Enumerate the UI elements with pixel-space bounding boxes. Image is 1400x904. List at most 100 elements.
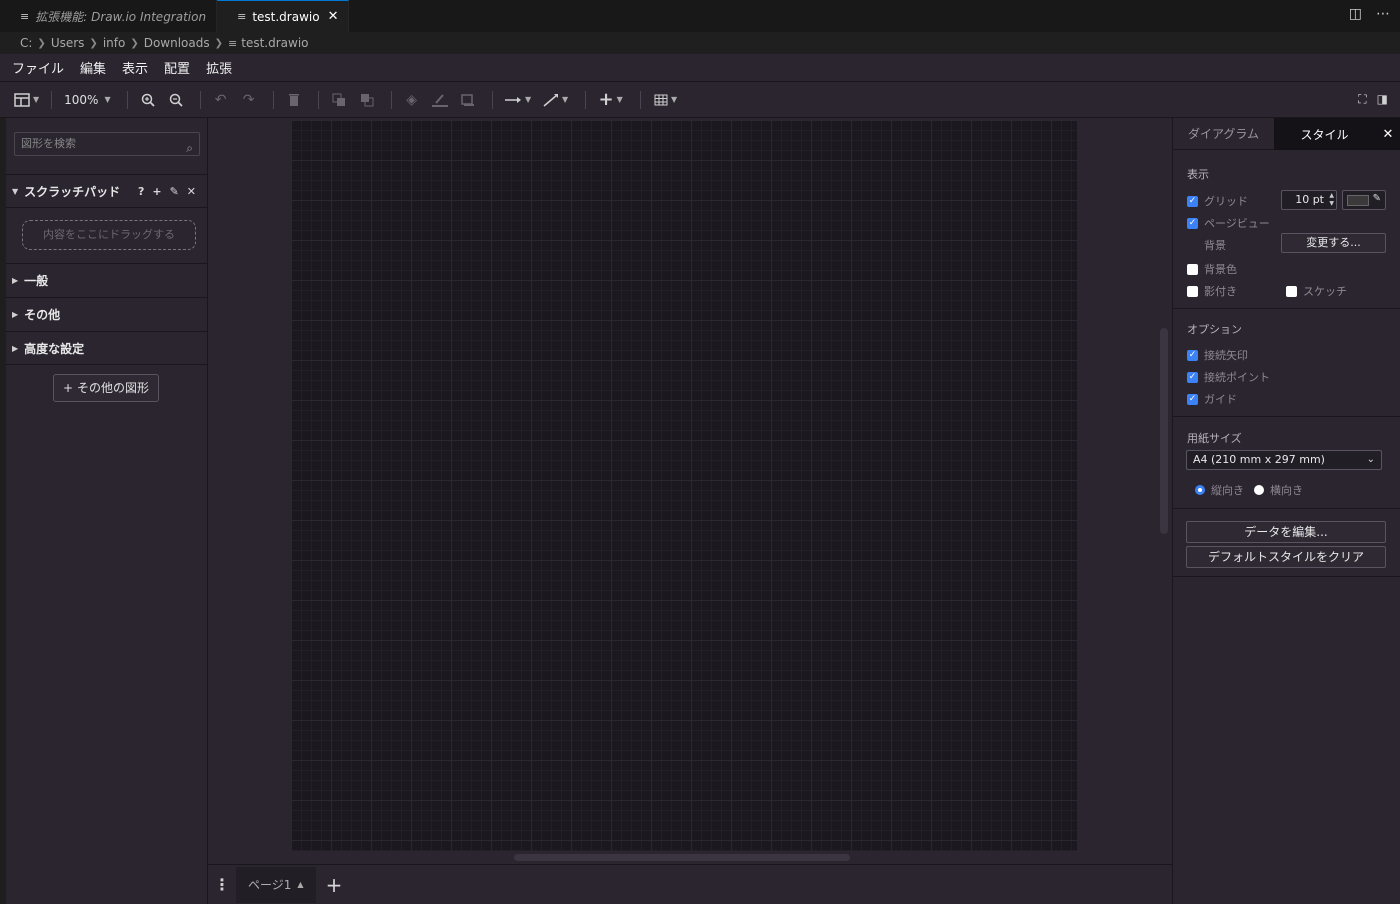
triangle-down-icon: ▼	[12, 186, 19, 196]
checkbox-checked-icon[interactable]: ✓	[1187, 393, 1198, 405]
table-icon[interactable]: ▼	[649, 88, 683, 112]
toolbar-divider	[51, 90, 53, 109]
radio-unselected-icon[interactable]	[1254, 485, 1264, 495]
checkbox-checked-icon[interactable]: ✓	[1187, 349, 1198, 361]
format-panel: ダイアグラム スタイル ✕ 表示 ✓ グリッド 10 pt ▲ ▼ ✎ ✓ ページ…	[1172, 118, 1400, 904]
add-page-icon[interactable]: +	[326, 873, 343, 897]
section-misc[interactable]: ▶ その他	[6, 297, 208, 331]
page-view-checkbox[interactable]: ✓ ページビュー	[1187, 215, 1270, 231]
section-general[interactable]: ▶ 一般	[6, 263, 208, 297]
grid-size-input[interactable]: 10 pt ▲ ▼	[1281, 190, 1337, 210]
diagram-page[interactable]	[291, 120, 1077, 851]
clear-default-style-button[interactable]: デフォルトスタイルをクリア	[1186, 546, 1386, 568]
sketch-checkbox[interactable]: スケッチ	[1286, 283, 1347, 299]
grid-checkbox[interactable]: ✓ グリッド	[1187, 193, 1248, 209]
menu-view[interactable]: 表示	[122, 58, 148, 77]
delete-icon[interactable]	[282, 88, 306, 112]
chevron-down-icon: ▼	[33, 95, 40, 104]
zoom-dropdown[interactable]: 100% ▼	[60, 88, 114, 112]
connection-arrows-checkbox[interactable]: ✓ 接続矢印	[1187, 347, 1248, 363]
menu-edit[interactable]: 編集	[80, 58, 106, 77]
edit-icon[interactable]: ✎	[170, 185, 179, 198]
file-icon: ≡	[20, 9, 30, 23]
page-tab-label: ページ1	[248, 878, 292, 892]
scratchpad-drop-zone[interactable]: 内容をここにドラッグする	[22, 220, 196, 250]
grid-color-button[interactable]: ✎	[1342, 190, 1386, 210]
format-panel-icon[interactable]: ▼	[14, 88, 39, 112]
close-icon[interactable]: ✕	[328, 9, 339, 24]
line-color-icon[interactable]	[428, 88, 452, 112]
breadcrumb-item[interactable]: info	[103, 36, 126, 50]
divider	[1173, 308, 1400, 309]
section-advanced[interactable]: ▶ 高度な設定	[6, 331, 208, 365]
to-back-icon[interactable]	[355, 88, 379, 112]
page-menu-icon[interactable]: ⋮	[208, 875, 236, 894]
menu-file[interactable]: ファイル	[12, 58, 64, 77]
paper-size-select[interactable]: A4 (210 mm x 297 mm) ⌄	[1186, 450, 1382, 470]
help-icon[interactable]: ?	[138, 185, 144, 198]
spinner-icon[interactable]: ▲ ▼	[1329, 192, 1334, 208]
breadcrumb-item[interactable]: Downloads	[144, 36, 210, 50]
more-actions-icon[interactable]: ⋯	[1376, 6, 1390, 22]
radio-selected-icon[interactable]	[1195, 485, 1205, 495]
menu-extras[interactable]: 拡張	[206, 58, 232, 77]
checkbox-checked-icon[interactable]: ✓	[1187, 371, 1198, 383]
portrait-radio[interactable]: 縦向き	[1195, 482, 1244, 498]
zoom-in-icon[interactable]	[136, 88, 160, 112]
zoom-out-icon[interactable]	[164, 88, 188, 112]
undo-icon[interactable]: ↶	[209, 88, 233, 112]
waypoints-icon[interactable]: ▼	[539, 88, 573, 112]
to-front-icon[interactable]	[327, 88, 351, 112]
checkbox-checked-icon[interactable]: ✓	[1187, 195, 1198, 207]
breadcrumb-item[interactable]: C:	[20, 36, 32, 50]
checkbox-checked-icon[interactable]: ✓	[1187, 217, 1198, 229]
more-shapes-label: その他の図形	[76, 381, 149, 395]
connection-points-checkbox[interactable]: ✓ 接続ポイント	[1187, 369, 1270, 385]
breadcrumb-item[interactable]: test.drawio	[241, 36, 308, 50]
tab-diagram[interactable]: ダイアグラム	[1173, 118, 1274, 150]
close-icon[interactable]: ✕	[1375, 118, 1400, 150]
edit-data-button[interactable]: データを編集...	[1186, 521, 1386, 543]
menu-arrange[interactable]: 配置	[164, 58, 190, 77]
checkbox-unchecked-icon[interactable]	[1187, 285, 1198, 297]
background-color-checkbox[interactable]: 背景色	[1187, 261, 1237, 277]
guides-checkbox[interactable]: ✓ ガイド	[1187, 391, 1237, 407]
split-editor-icon[interactable]: ◫	[1349, 6, 1362, 22]
menu-bar: ファイル 編集 表示 配置 拡張	[0, 54, 1400, 82]
shadow-icon[interactable]	[456, 88, 480, 112]
horizontal-scrollbar[interactable]	[514, 854, 850, 861]
chevron-down-icon: ▼	[616, 95, 623, 104]
vertical-scrollbar[interactable]	[1160, 328, 1168, 534]
shadow-checkbox[interactable]: 影付き	[1187, 283, 1237, 299]
triangle-right-icon: ▶	[12, 343, 19, 353]
fill-color-icon[interactable]: ◈	[400, 88, 424, 112]
paper-size-title: 用紙サイズ	[1187, 432, 1242, 445]
chevron-down-icon: ⌄	[1366, 454, 1375, 465]
add-icon[interactable]: +	[152, 185, 161, 198]
page-tab[interactable]: ページ1 ▲	[236, 866, 316, 903]
tab-test-drawio[interactable]: ≡ test.drawio ✕	[217, 0, 350, 32]
breadcrumb-item[interactable]: Users	[51, 36, 85, 50]
tab-style[interactable]: スタイル	[1274, 118, 1375, 150]
landscape-radio[interactable]: 横向き	[1254, 482, 1303, 498]
eyedropper-icon: ✎	[1372, 193, 1381, 204]
change-background-button[interactable]: 変更する...	[1281, 233, 1386, 253]
search-icon[interactable]: ⌕	[186, 137, 193, 159]
checkbox-unchecked-icon[interactable]	[1286, 285, 1297, 297]
close-icon[interactable]: ✕	[187, 185, 196, 198]
tab-extension[interactable]: ≡ 拡張機能: Draw.io Integration	[0, 0, 218, 32]
options-section-title: オプション	[1187, 323, 1242, 336]
checkbox-unchecked-icon[interactable]	[1187, 263, 1198, 275]
connection-icon[interactable]: ▼	[501, 88, 535, 112]
chevron-up-icon[interactable]: ▲	[297, 880, 303, 889]
fullscreen-icon[interactable]: ⛶	[1358, 92, 1366, 107]
background-label: 背景	[1204, 239, 1226, 252]
diagram-canvas[interactable]	[208, 118, 1172, 864]
search-input[interactable]: 図形を検索 ⌕	[14, 132, 200, 156]
redo-icon[interactable]: ↷	[237, 88, 261, 112]
scratchpad-header[interactable]: ▼ スクラッチパッド ? + ✎ ✕	[6, 174, 208, 208]
scratchpad-actions: ? + ✎ ✕	[138, 185, 196, 198]
more-shapes-button[interactable]: + その他の図形	[53, 374, 159, 402]
toggle-panel-icon[interactable]: ◨	[1377, 92, 1388, 107]
insert-icon[interactable]: + ▼	[594, 88, 628, 112]
